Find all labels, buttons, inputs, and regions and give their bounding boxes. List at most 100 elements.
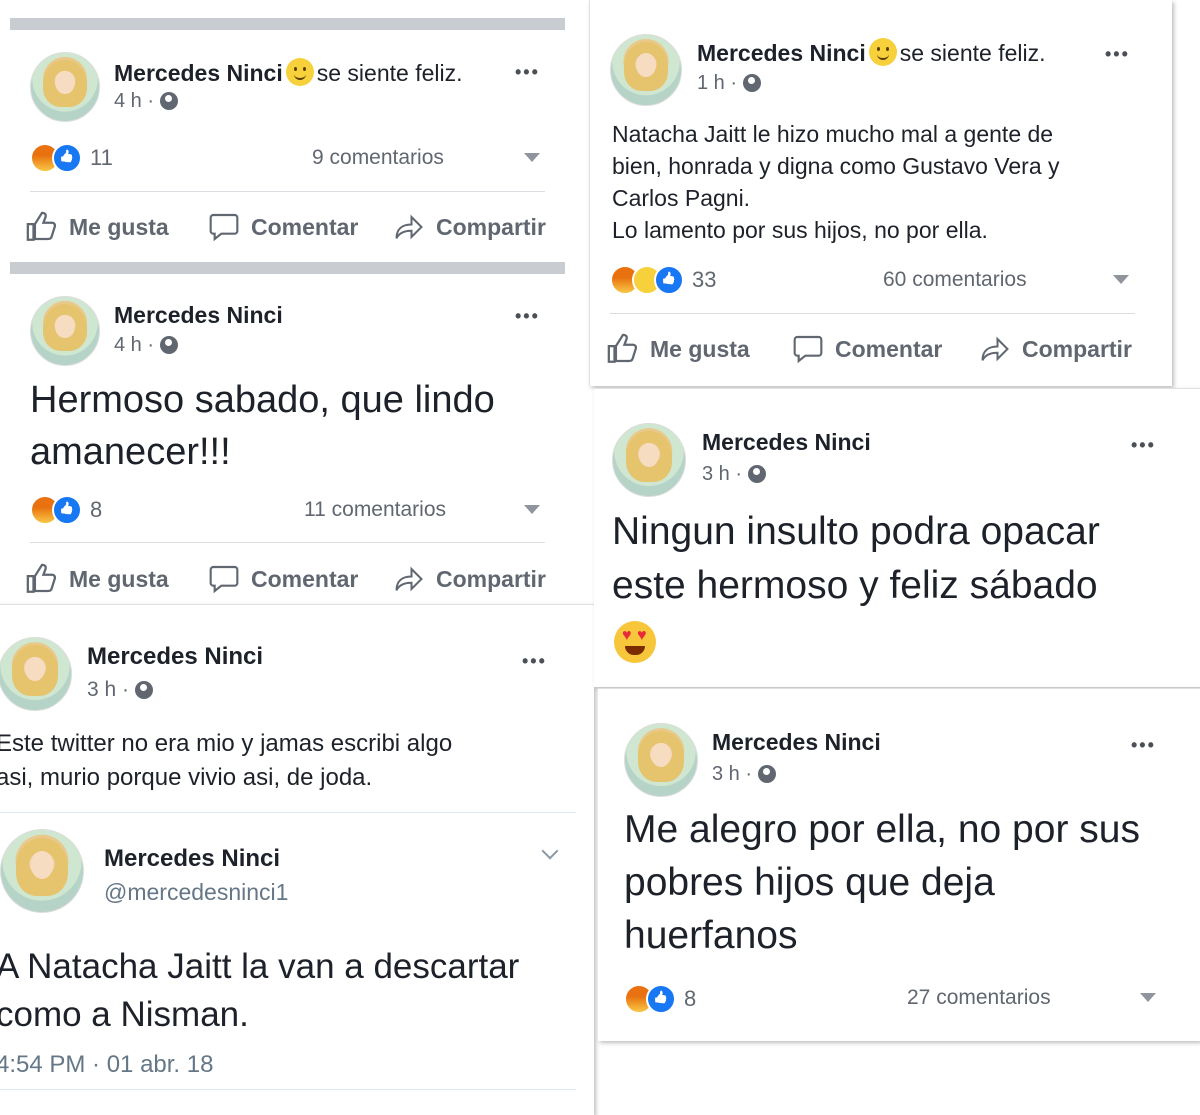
post-author: Mercedes Ninci se siente feliz. [114,58,463,87]
post-card-2: Mercedes Ninci 4 h · ••• Hermoso sabado,… [0,274,580,606]
tweet-handle[interactable]: @mercedesninci1 [104,879,288,906]
globe-icon [134,681,153,699]
post-time[interactable]: 3 h [702,463,730,485]
smile-emoji-icon [285,58,314,86]
share-arrow-icon [395,214,423,240]
more-options-button[interactable]: ••• [515,62,540,83]
post-text-line: Natacha Jaitt le hizo mucho mal a gente … [612,121,1054,147]
divider [0,1089,576,1090]
post-time[interactable]: 1 h [697,72,725,94]
feeling-text: se siente feliz. [899,40,1046,66]
reactions-summary[interactable]: 8 [624,984,696,1014]
divider [0,812,576,813]
comment-bubble-icon [793,335,823,364]
reactions-summary[interactable]: 8 [30,495,102,525]
more-options-button[interactable]: ••• [1131,735,1156,756]
post-text: Ningun insulto podra opacar este hermoso… [612,505,1100,613]
comment-label: Comentar [251,213,359,240]
tweet-timestamp[interactable]: 4:54 PM · 01 abr. 18 [0,1051,213,1079]
like-button[interactable]: Me gusta [606,332,791,366]
post-time[interactable]: 4 h [114,90,142,112]
like-button[interactable]: Me gusta [25,210,207,244]
post-text-line: Lo lamento por sus hijos, no por ella. [612,217,988,243]
avatar[interactable] [624,723,698,797]
thumbs-up-icon [26,211,57,241]
post-text-line: asi, murio porque vivio asi, de joda. [0,764,373,791]
globe-icon [159,92,178,110]
meta-separator: · [122,678,130,701]
post-card-6: Mercedes Ninci 3 h · ••• Me alegro por e… [598,688,1200,1041]
author-link[interactable]: Mercedes Ninci [697,40,866,66]
like-reaction-icon [654,265,684,295]
chevron-down-icon[interactable] [541,842,559,860]
reactions-summary[interactable]: 33 [610,265,716,295]
post-text-line: Este twitter no era mio y jamas escribi … [0,730,453,757]
post-text-line: Carlos Pagni. [612,185,751,211]
action-bar: Me gusta Comentar Compartir [606,332,1132,366]
comments-count[interactable]: 11 comentarios [304,498,446,522]
share-button[interactable]: Compartir [978,332,1132,366]
more-options-button[interactable]: ••• [515,306,540,327]
avatar[interactable] [30,296,100,366]
post-meta: 3 h · [87,678,153,702]
comment-label: Comentar [835,335,943,362]
comments-count[interactable]: 27 comentarios [907,986,1051,1010]
like-button[interactable]: Me gusta [25,562,207,596]
post-card-3: Mercedes Ninci 3 h · ••• Este twitter no… [0,604,594,1115]
share-arrow-icon [395,566,423,592]
like-label: Me gusta [69,565,169,592]
chevron-down-icon[interactable] [1113,275,1129,284]
avatar[interactable] [610,34,682,106]
share-button[interactable]: Compartir [392,210,546,244]
comment-bubble-icon [209,213,239,242]
comment-button[interactable]: Comentar [791,332,978,366]
post-author[interactable]: Mercedes Ninci [114,302,283,329]
comments-count[interactable]: 60 comentarios [883,268,1027,292]
post-time[interactable]: 3 h [87,678,116,701]
reaction-count: 33 [692,267,717,292]
avatar[interactable] [0,637,72,711]
more-options-button[interactable]: ••• [522,651,547,672]
meta-separator: · [147,90,155,112]
post-author[interactable]: Mercedes Ninci [702,429,871,456]
author-link[interactable]: Mercedes Ninci [114,60,283,86]
divider [30,191,545,192]
more-options-button[interactable]: ••• [1131,435,1156,456]
comment-bubble-icon [209,565,239,594]
avatar[interactable] [612,423,686,497]
post-meta: 3 h · [712,763,776,786]
post-text: Hermoso sabado, que lindo amanecer!!! [30,374,495,478]
meta-separator: · [730,72,738,94]
globe-icon [757,765,776,783]
tweet-avatar[interactable] [0,829,84,913]
chevron-down-icon[interactable] [524,153,540,162]
post-time[interactable]: 3 h [712,763,740,785]
post-meta: 1 h · [697,72,761,95]
post-text-line: huerfanos [624,914,798,957]
chevron-down-icon[interactable] [1140,993,1156,1002]
like-label: Me gusta [69,213,169,240]
tweet-text-line: como a Nisman. [0,995,249,1034]
comment-button[interactable]: Comentar [207,210,392,244]
reactions-summary[interactable]: 11 [30,143,113,173]
action-bar: Me gusta Comentar Compartir [25,562,546,596]
thumbs-up-icon [26,563,57,593]
action-bar: Me gusta Comentar Compartir [25,210,546,244]
comment-button[interactable]: Comentar [207,562,392,596]
post-text: Natacha Jaitt le hizo mucho mal a gente … [612,118,1060,246]
post-author[interactable]: Mercedes Ninci [712,729,881,756]
post-time[interactable]: 4 h [114,334,142,356]
post-meta: 3 h · [702,463,766,486]
post-meta: 4 h · [114,90,178,113]
smile-emoji-icon [868,38,897,66]
post-text-line: este hermoso y feliz sábado [612,564,1098,607]
more-options-button[interactable]: ••• [1105,44,1130,65]
post-author[interactable]: Mercedes Ninci [87,643,263,671]
post-text-line: Hermoso sabado, que lindo [30,379,495,421]
avatar[interactable] [30,52,100,122]
chevron-down-icon[interactable] [524,505,540,514]
share-button[interactable]: Compartir [392,562,546,596]
tweet-text: A Natacha Jaitt la van a descartar como … [0,943,519,1039]
tweet-author[interactable]: Mercedes Ninci [104,845,280,873]
comments-count[interactable]: 9 comentarios [312,146,444,170]
